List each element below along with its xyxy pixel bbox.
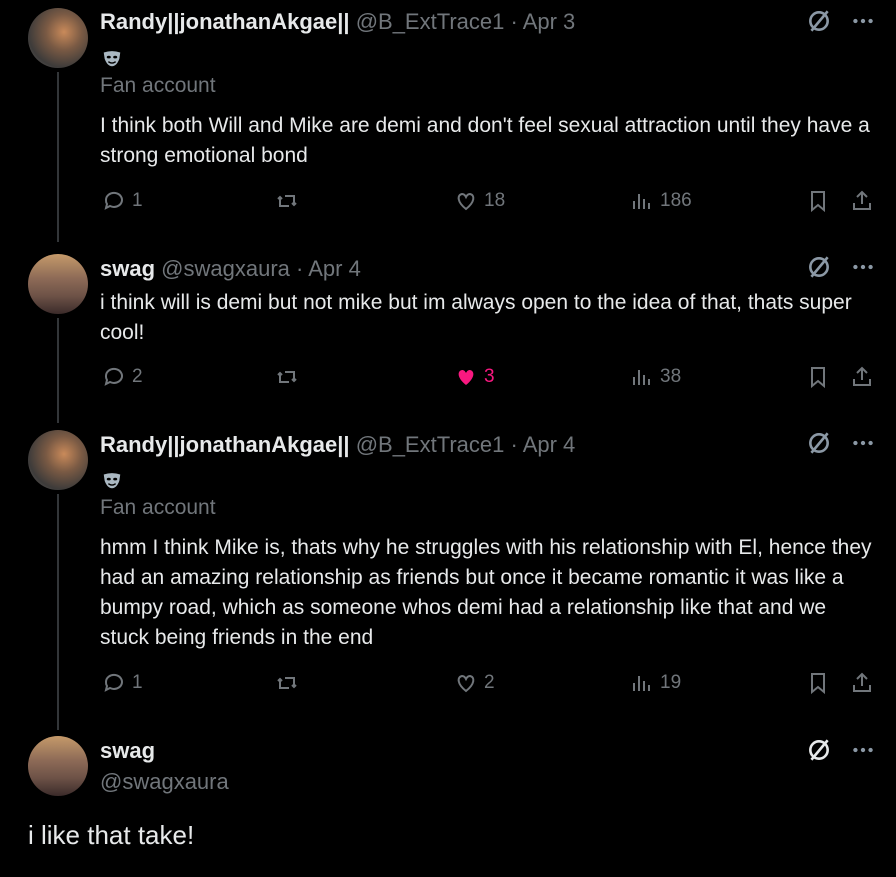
tweet-header: Randy||jonathanAkgae|| @B_ExtTrace1 · Ap… (100, 431, 575, 459)
avatar[interactable] (28, 736, 88, 796)
like-count: 3 (484, 366, 495, 387)
reply-icon (104, 367, 123, 386)
retweet-icon (277, 371, 297, 383)
display-name[interactable]: swag (100, 738, 155, 763)
tweet-actions: 1 18 186 (100, 189, 880, 219)
retweet-icon (277, 677, 297, 689)
grok-icon[interactable] (806, 254, 832, 280)
reply-count: 1 (132, 672, 143, 693)
more-icon[interactable] (850, 254, 876, 280)
tweet-header: Randy||jonathanAkgae|| @B_ExtTrace1 · Ap… (100, 8, 575, 36)
share-icon (853, 366, 871, 386)
share-button[interactable] (850, 365, 874, 389)
display-name[interactable]: Randy||jonathanAkgae|| (100, 9, 350, 34)
views-count: 38 (660, 366, 682, 387)
focused-handle-row: @swagxaura (100, 768, 229, 796)
tweet-top-icons (806, 737, 876, 763)
views-icon (633, 370, 650, 385)
reply-count: 2 (132, 366, 143, 387)
grok-icon[interactable] (806, 737, 832, 763)
like-button[interactable]: 18 (454, 189, 505, 213)
views-count: 19 (660, 672, 682, 693)
focused-name: swag (100, 737, 155, 765)
grok-icon[interactable] (806, 430, 832, 456)
tweet-text: i think will is demi but not mike but im… (100, 291, 852, 344)
retweet-icon (277, 195, 297, 207)
share-icon (853, 190, 871, 210)
retweet-button[interactable] (275, 671, 299, 695)
views-button[interactable]: 38 (630, 365, 681, 389)
handle-date[interactable]: @B_ExtTrace1 · Apr 3 (356, 9, 576, 34)
more-icon[interactable] (850, 8, 876, 34)
retweet-button[interactable] (275, 365, 299, 389)
bookmark-icon (811, 191, 825, 213)
handle-date[interactable]: @B_ExtTrace1 · Apr 4 (356, 432, 576, 457)
reply-button[interactable]: 1 (102, 189, 143, 213)
mask-badge-icon (100, 46, 124, 70)
tweet-text: I think both Will and Mike are demi and … (100, 114, 870, 167)
more-icon[interactable] (850, 737, 876, 763)
avatar[interactable] (28, 8, 88, 68)
tweet-top-icons (806, 254, 876, 280)
tweet-header: swag @swagxaura · Apr 4 (100, 255, 361, 283)
thread-line (57, 72, 59, 242)
bookmark-icon (811, 673, 825, 695)
reply-icon (104, 673, 123, 692)
more-icon[interactable] (850, 430, 876, 456)
bookmark-button[interactable] (806, 671, 830, 695)
avatar[interactable] (28, 430, 88, 490)
handle-date[interactable]: @swagxaura · Apr 4 (161, 256, 361, 281)
views-button[interactable]: 186 (630, 189, 692, 213)
like-count: 2 (484, 672, 495, 693)
fan-account-label: Fan account (100, 74, 216, 97)
views-button[interactable]: 19 (630, 671, 681, 695)
tweet-actions: 1 2 19 (100, 671, 880, 701)
like-icon (457, 192, 475, 211)
reply-count: 1 (132, 190, 143, 211)
thread-line (57, 318, 59, 423)
avatar[interactable] (28, 254, 88, 314)
thread-line (57, 494, 59, 730)
display-name[interactable]: Randy||jonathanAkgae|| (100, 432, 350, 457)
grok-icon[interactable] (806, 8, 832, 34)
like-icon (457, 674, 475, 693)
display-name[interactable]: swag (100, 256, 155, 281)
bookmark-button[interactable] (806, 365, 830, 389)
share-button[interactable] (850, 671, 874, 695)
reply-button[interactable]: 1 (102, 671, 143, 695)
tweet-text: hmm I think Mike is, thats why he strugg… (100, 536, 872, 649)
bookmark-button[interactable] (806, 189, 830, 213)
like-icon (458, 370, 474, 385)
mask-badge-icon (100, 468, 124, 492)
focused-tweet-text: i like that take! (28, 820, 195, 850)
tweet-top-icons (806, 430, 876, 456)
like-button[interactable]: 2 (454, 671, 495, 695)
reply-icon (104, 191, 123, 210)
fan-account-label: Fan account (100, 496, 216, 519)
share-icon (853, 672, 871, 692)
share-button[interactable] (850, 189, 874, 213)
views-icon (633, 194, 650, 209)
reply-button[interactable]: 2 (102, 365, 143, 389)
tweet-top-icons (806, 8, 876, 34)
like-count: 18 (484, 190, 506, 211)
bookmark-icon (811, 367, 825, 389)
views-count: 186 (660, 190, 692, 211)
handle[interactable]: @swagxaura (100, 769, 229, 794)
views-icon (633, 676, 650, 691)
retweet-button[interactable] (275, 189, 299, 213)
tweet-actions: 2 3 38 (100, 365, 880, 395)
like-button[interactable]: 3 (454, 365, 495, 389)
